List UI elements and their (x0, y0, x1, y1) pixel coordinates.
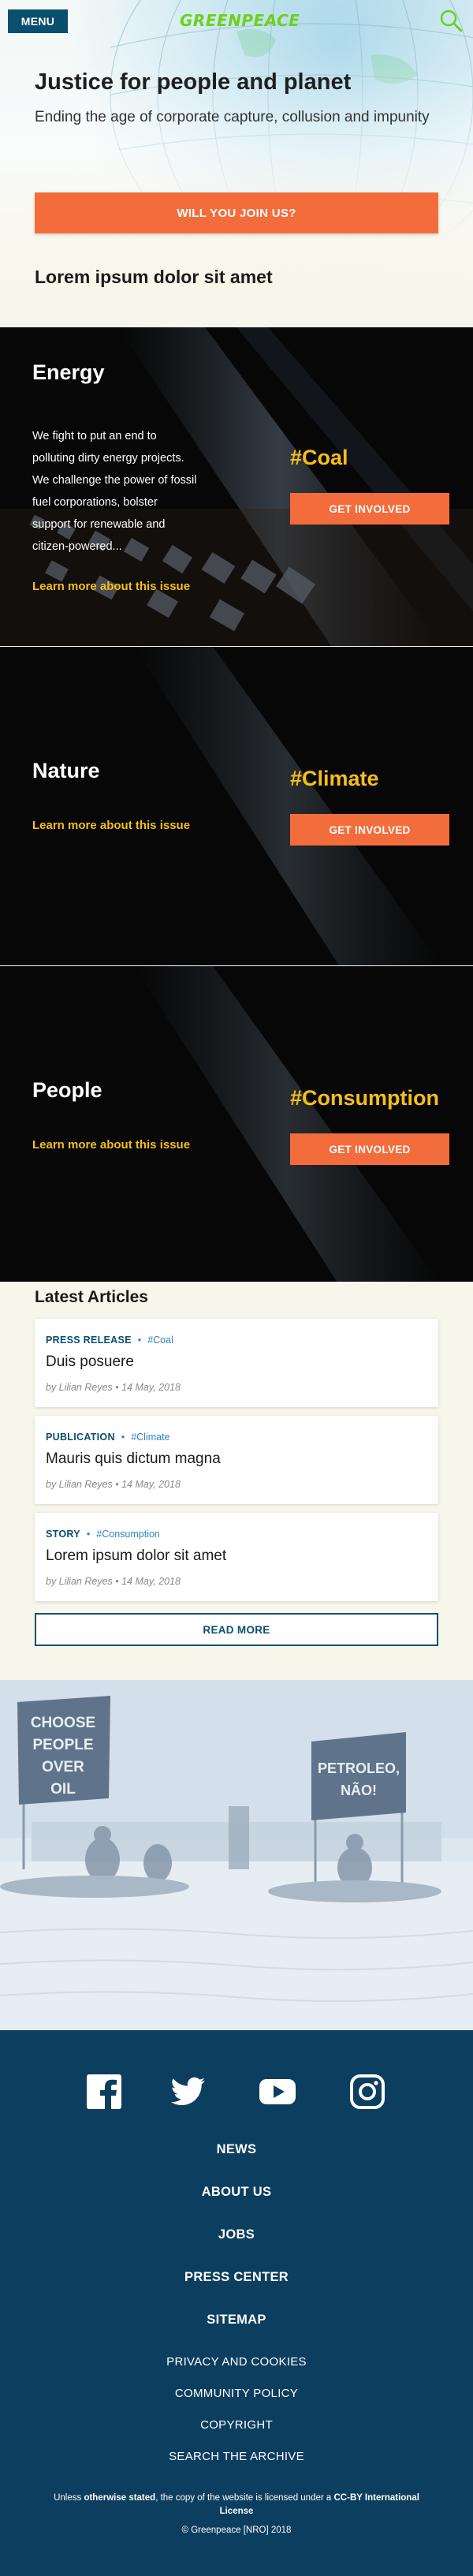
issue-description: We fight to put an end to polluting dirt… (32, 430, 197, 553)
issue-block-nature: Nature Learn more about this issue #Clim… (0, 647, 473, 965)
article-card[interactable]: STORY • #Consumption Lorem ipsum dolor sit… (35, 1513, 438, 1601)
facebook-icon[interactable] (85, 2073, 123, 2111)
hero-section: MENU GREENPEACE Justice for people and p… (0, 0, 473, 327)
license-notice: Unless otherwise stated, the copy of the… (47, 2492, 426, 2518)
search-icon[interactable] (438, 8, 464, 33)
articles-heading: Latest Articles (35, 1288, 148, 1306)
article-title[interactable]: Lorem ipsum dolor sit amet (46, 1547, 226, 1565)
article-type[interactable]: STORY (46, 1529, 80, 1540)
site-footer: NEWS ABOUT US JOBS PRESS CENTER SITEMAP … (0, 2030, 473, 2576)
article-meta: STORY • #Consumption (46, 1529, 160, 1540)
article-tag[interactable]: #Climate (131, 1432, 169, 1443)
license-text: , the copy of the website is licensed un… (155, 2493, 334, 2503)
article-card[interactable]: PRESS RELEASE • #Coal Duis posuere by Lili… (35, 1319, 438, 1407)
svg-text:CHOOSE: CHOOSE (31, 1715, 95, 1731)
issue-title: Energy (32, 360, 105, 384)
article-title[interactable]: Duis posuere (46, 1353, 134, 1371)
article-type[interactable]: PRESS RELEASE (46, 1335, 132, 1346)
nature-background-image (134, 647, 441, 965)
instagram-icon[interactable] (348, 2073, 386, 2111)
article-byline: by Lilian Reyes • 14 May, 2018 (46, 1479, 181, 1490)
latest-articles-section: Latest Articles PRESS RELEASE • #Coal Duis… (0, 1282, 473, 1680)
footer-link-sitemap[interactable]: SITEMAP (0, 2313, 473, 2328)
article-title[interactable]: Mauris quis dictum magna (46, 1450, 221, 1468)
article-meta: PRESS RELEASE • #Coal (46, 1335, 173, 1346)
protest-photo: CHOOSE PEOPLE OVER OIL PETROLEO, NÃO! (0, 1680, 473, 2030)
article-tag[interactable]: #Coal (147, 1335, 173, 1346)
copyright-notice: © Greenpeace [NRO] 2018 (181, 2526, 292, 2535)
issue-title: Nature (32, 759, 100, 782)
youtube-icon[interactable] (259, 2073, 296, 2111)
svg-text:NÃO!: NÃO! (341, 1782, 377, 1798)
learn-more-link[interactable]: Learn more about this issue (32, 1138, 190, 1152)
join-us-button[interactable]: WILL YOU JOIN US? (35, 192, 438, 233)
issue-hashtag[interactable]: #Climate (290, 767, 379, 791)
get-involved-button[interactable]: GET INVOLVED (290, 1133, 449, 1165)
issue-hashtag[interactable]: #Consumption (290, 1086, 439, 1111)
get-involved-button[interactable]: GET INVOLVED (290, 493, 449, 525)
svg-text:PEOPLE: PEOPLE (32, 1737, 93, 1753)
kayak-protest-image: CHOOSE PEOPLE OVER OIL PETROLEO, NÃO! (0, 1680, 473, 2030)
separator-dot: • (121, 1432, 125, 1443)
article-type[interactable]: PUBLICATION (46, 1432, 115, 1443)
section-heading: Lorem ipsum dolor sit amet (35, 267, 273, 287)
svg-text:OVER: OVER (42, 1759, 84, 1775)
get-involved-button[interactable]: GET INVOLVED (290, 814, 449, 846)
separator-dot: • (137, 1335, 142, 1346)
footer-link-news[interactable]: NEWS (0, 2142, 473, 2157)
article-card[interactable]: PUBLICATION • #Climate Mauris quis dictum … (35, 1416, 438, 1504)
hero-title: Justice for people and planet (35, 69, 352, 95)
people-background-image (134, 966, 441, 1285)
learn-more-link[interactable]: Learn more about this issue (32, 819, 190, 832)
article-byline: by Lilian Reyes • 14 May, 2018 (46, 1576, 181, 1587)
svg-text:PETROLEO,: PETROLEO, (318, 1760, 400, 1776)
top-bar: MENU GREENPEACE (0, 0, 473, 43)
issue-title: People (32, 1078, 102, 1102)
learn-more-link[interactable]: Learn more about this issue (32, 580, 190, 593)
footer-link-copyright[interactable]: COPYRIGHT (0, 2418, 473, 2432)
article-meta: PUBLICATION • #Climate (46, 1432, 170, 1443)
otherwise-stated-link[interactable]: otherwise stated (84, 2493, 155, 2503)
footer-link-jobs[interactable]: JOBS (0, 2227, 473, 2242)
read-more-button[interactable]: READ MORE (35, 1613, 438, 1646)
footer-link-privacy[interactable]: PRIVACY AND COOKIES (0, 2355, 473, 2369)
issue-hashtag[interactable]: #Coal (290, 446, 348, 470)
svg-text:OIL: OIL (50, 1781, 76, 1798)
footer-link-press-center[interactable]: PRESS CENTER (0, 2270, 473, 2285)
footer-link-about-us[interactable]: ABOUT US (0, 2185, 473, 2200)
hero-subtitle: Ending the age of corporate capture, col… (35, 109, 430, 125)
greenpeace-logo[interactable]: GREENPEACE (180, 11, 300, 30)
separator-dot: • (86, 1529, 91, 1540)
license-text: Unless (54, 2493, 84, 2503)
issue-block-energy: Energy We fight to put an end to polluti… (0, 327, 473, 646)
twitter-icon[interactable] (169, 2073, 207, 2111)
issue-block-people: People Learn more about this issue #Cons… (0, 966, 473, 1285)
article-tag[interactable]: #Consumption (96, 1529, 160, 1540)
menu-button[interactable]: MENU (8, 9, 68, 33)
footer-link-search-archive[interactable]: SEARCH THE ARCHIVE (0, 2450, 473, 2463)
article-byline: by Lilian Reyes • 14 May, 2018 (46, 1382, 181, 1393)
footer-link-community-policy[interactable]: COMMUNITY POLICY (0, 2387, 473, 2400)
